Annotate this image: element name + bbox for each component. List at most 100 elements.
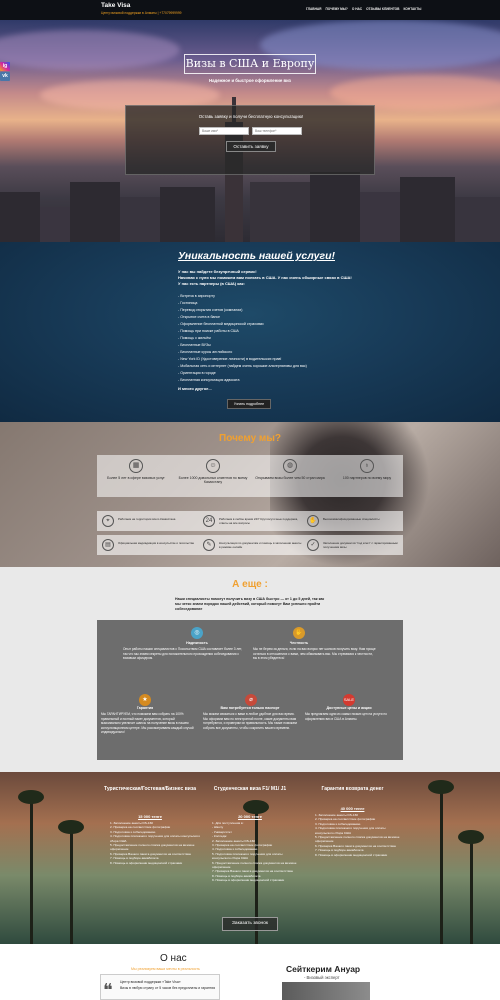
doc-icon: ▤ — [102, 539, 114, 551]
why-card: ◍ Открываем визы более чем 50 стран мира — [254, 459, 326, 480]
palm-tree-shape — [440, 784, 443, 944]
why-card: ♁ 100 партнеров по всему миру — [331, 459, 403, 480]
expert-name: Сейткерим Ануар — [286, 964, 361, 974]
uniqueness-list-item: - Помощь при поиске работы в США — [178, 329, 239, 333]
uniqueness-list-item: - Открытие счета в банке — [178, 315, 221, 319]
uniqueness-intro: У нас есть партнеры (в США) как: — [178, 281, 245, 286]
vk-icon[interactable]: vk — [0, 72, 10, 81]
nav-item-reviews[interactable]: ОТЗЫВЫ КЛИЕНТОВ — [366, 7, 399, 11]
advantage-title: Честность — [289, 641, 309, 645]
visa-type-title: Туристическая/Гостевая/Бизнес виза — [103, 786, 197, 792]
about-text: Центр визовой поддержки «Take Visa» — [120, 980, 181, 984]
uniqueness-title: Уникальность нашей услуги! — [178, 250, 335, 262]
logo-subtitle: Центр визовой поддержки в Алматы | +7707… — [101, 11, 182, 15]
visa-type-item: 6. Предоставление полного списка докумен… — [212, 860, 297, 870]
why-card-text: Открываем визы более чем 50 стран мира — [255, 476, 325, 480]
palm-tree-shape — [428, 780, 454, 794]
advantages-box: ◎ Надежность Опыт работы наших специалис… — [97, 620, 403, 760]
why-card-text: Более 5 лет в сфере визовых услуг — [107, 476, 165, 480]
nav-item-home[interactable]: ГЛАВНАЯ — [306, 7, 321, 11]
building-shape — [360, 192, 400, 242]
instagram-icon[interactable]: ig — [0, 62, 10, 71]
partners-icon: ♁ — [360, 459, 374, 473]
visa-type-list: 1. Заполнение анкеты DS-160 2. Проверка … — [110, 821, 205, 865]
uniqueness-list-item: - Бесплатная консультация адвоката — [178, 378, 240, 382]
advantage-text: Мы не берем за деньги, если на вас вопро… — [253, 647, 376, 661]
nav-item-about[interactable]: О НАС — [352, 7, 362, 11]
uniqueness-more: И много другое... — [178, 386, 212, 391]
about-section: О нас Мы реализуем ваши мечты в реальнос… — [0, 944, 500, 1000]
why-card-text: Более 1000 довольных клиентов по всему К… — [178, 476, 248, 484]
visa-type-list: 1. Заполнение анкеты DS-160 2. Проверка … — [315, 813, 403, 857]
lead-form: Оставь заявку и получи бесплатную консул… — [125, 105, 375, 175]
also-section: А еще : Наши специалисты помогут получит… — [0, 567, 500, 772]
about-subtitle: Мы реализуем ваши мечты в реальность — [131, 967, 200, 971]
learn-more-button[interactable]: Узнать подробнее — [227, 399, 271, 409]
why-features-row: ▤ Официальная медиадиация в консульстве … — [97, 535, 403, 555]
advantage-text: Мы можем связаться с вами в любое удобно… — [203, 712, 297, 730]
guarantee-icon: ★ — [139, 694, 151, 706]
hero-title: Визы в США и Европу — [184, 54, 316, 74]
why-us-title: Почему мы? — [219, 433, 281, 444]
uniqueness-list-item: - Помощь с жильём — [178, 336, 211, 340]
honesty-icon: ✋ — [293, 627, 305, 639]
visa-type-price: 20 000 тенге — [238, 814, 262, 819]
globe-icon: ◍ — [283, 459, 297, 473]
visa-type-price: 40 000 тенге — [340, 806, 365, 811]
why-us-section: Почему мы? ▦ Более 5 лет в сфере визовых… — [0, 422, 500, 567]
nav-item-contacts[interactable]: КОНТАКТЫ — [403, 7, 421, 11]
uniqueness-list-item: - Перевод открытия счетов (компании) — [178, 308, 243, 312]
uniqueness-list-item: - New York ID (Удостоверение личности) в… — [178, 357, 282, 361]
advantage-title: Доступные цены и акции — [326, 706, 372, 710]
nav-item-why[interactable]: ПОЧЕМУ МЫ? — [325, 7, 347, 11]
visa-type-item: 4. Подготовка платежного поручения для о… — [315, 826, 386, 835]
uniqueness-list-item: - Гостиница — [178, 301, 198, 305]
uniqueness-section: Уникальность нашей услуги! У нас вы найд… — [0, 242, 500, 422]
advantage-title: Гарантия — [136, 706, 154, 710]
about-title: О нас — [160, 953, 187, 964]
uniqueness-intro: Начиная с нуля мы поможем вам поехать в … — [178, 275, 352, 280]
visa-type-list: 1. Для поступления в: - Школу - Универси… — [212, 821, 300, 883]
advantage-text: Опыт работы наших специалистов с Посольс… — [123, 647, 242, 661]
why-feature-text: Консультация по документам и помощь в за… — [219, 541, 302, 549]
map-icon: ⌖ — [102, 515, 114, 527]
palm-tree-shape — [243, 800, 269, 814]
advantage-text: Мы предлагаем одни из самых низких цен н… — [305, 712, 387, 721]
uniqueness-intro: У нас вы найдете безупречный сервис! — [178, 269, 257, 274]
advantage-title: Вам потребуется только паспорт — [220, 706, 280, 710]
request-call-button[interactable]: Заказать звонок — [222, 917, 278, 931]
about-text: Визы в любую страну от 5 часов без предо… — [120, 986, 216, 990]
why-card: ☺ Более 1000 довольных клиентов по всему… — [177, 459, 249, 484]
quote-icon: ❝ — [103, 980, 113, 1000]
building-shape — [250, 182, 310, 242]
expert-photo — [282, 982, 370, 1000]
visa-type-item: 4. Подготовка платежного поручения для о… — [110, 834, 201, 843]
handshake-icon: ✋ — [307, 515, 319, 527]
uniqueness-list-item: - Встреча в аэропорту — [178, 294, 215, 298]
submit-request-button[interactable]: Оставить заявку — [226, 141, 276, 152]
phone-input[interactable]: Ваш телефон* — [252, 127, 302, 135]
palm-tree-shape — [70, 824, 73, 944]
palm-tree-shape — [470, 834, 473, 944]
visa-types-section: Туристическая/Гостевая/Бизнес виза 15 00… — [0, 772, 500, 944]
building-shape — [160, 187, 215, 242]
visa-type-title: Гарантия возврата денег — [321, 786, 384, 792]
why-features-row: ⌖ Работаем на территории всего Казахстан… — [97, 511, 403, 531]
logo-title[interactable]: Take Visa — [101, 2, 130, 9]
people-icon: ☺ — [206, 459, 220, 473]
palm-tree-shape — [458, 830, 484, 844]
hero-section: Визы в США и Европу Надежное и быстрое о… — [0, 20, 500, 242]
form-icon: ✎ — [203, 539, 215, 551]
visa-type-item: 5. Подготовка платежного поручения для о… — [212, 851, 283, 861]
uniqueness-list-item: - Мобильная сеть и интернет (найдем очен… — [178, 364, 307, 368]
name-input[interactable]: Ваше имя* — [199, 127, 249, 135]
building-shape — [400, 177, 455, 242]
form-title: Оставь заявку и получи бесплатную консул… — [198, 114, 304, 119]
why-feature-text: Заполнение документов "под ключ" с гаран… — [323, 541, 398, 549]
building-shape — [0, 192, 40, 242]
visa-type-item: 8. Помощь в оформлении медицинской страх… — [110, 860, 183, 865]
main-nav: ГЛАВНАЯ ПОЧЕМУ МЫ? О НАС ОТЗЫВЫ КЛИЕНТОВ… — [306, 7, 421, 11]
also-intro: Наши специалисты помогут получить визу в… — [175, 597, 325, 611]
calendar-icon: ▦ — [129, 459, 143, 473]
advantage-title: Надежность — [186, 641, 208, 645]
